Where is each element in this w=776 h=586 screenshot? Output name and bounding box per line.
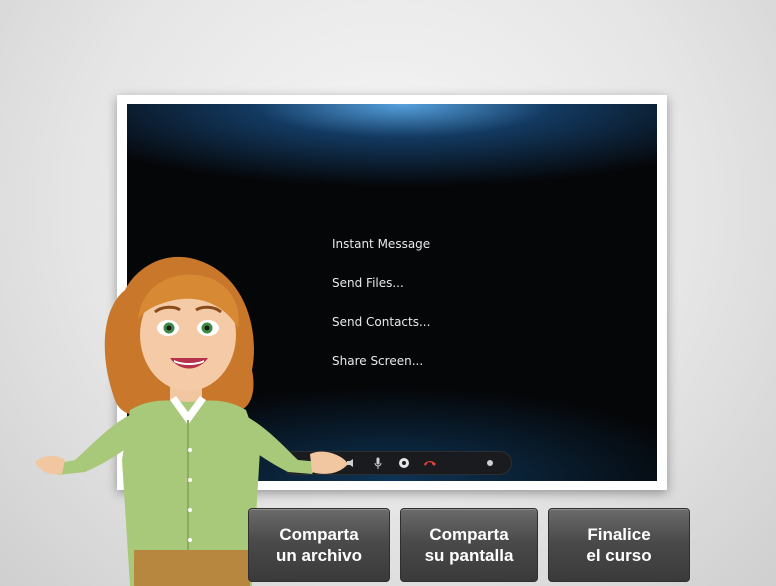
- video-icon[interactable]: [397, 456, 411, 470]
- share-screen-label-line1: Comparta: [429, 525, 509, 544]
- share-file-label-line2: un archivo: [276, 546, 362, 565]
- end-call-icon[interactable]: [423, 456, 437, 470]
- share-screen-button[interactable]: Comparta su pantalla: [400, 508, 538, 582]
- share-file-label-line1: Comparta: [279, 525, 359, 544]
- finish-course-button[interactable]: Finalice el curso: [548, 508, 690, 582]
- course-actions: Comparta un archivo Comparta su pantalla…: [248, 508, 690, 582]
- finish-course-label-line1: Finalice: [587, 525, 651, 544]
- more-icon[interactable]: [483, 456, 497, 470]
- share-file-button[interactable]: Comparta un archivo: [248, 508, 390, 582]
- microphone-icon[interactable]: [371, 456, 385, 470]
- finish-course-label-line2: el curso: [586, 546, 652, 565]
- share-screen-label-line2: su pantalla: [424, 546, 514, 565]
